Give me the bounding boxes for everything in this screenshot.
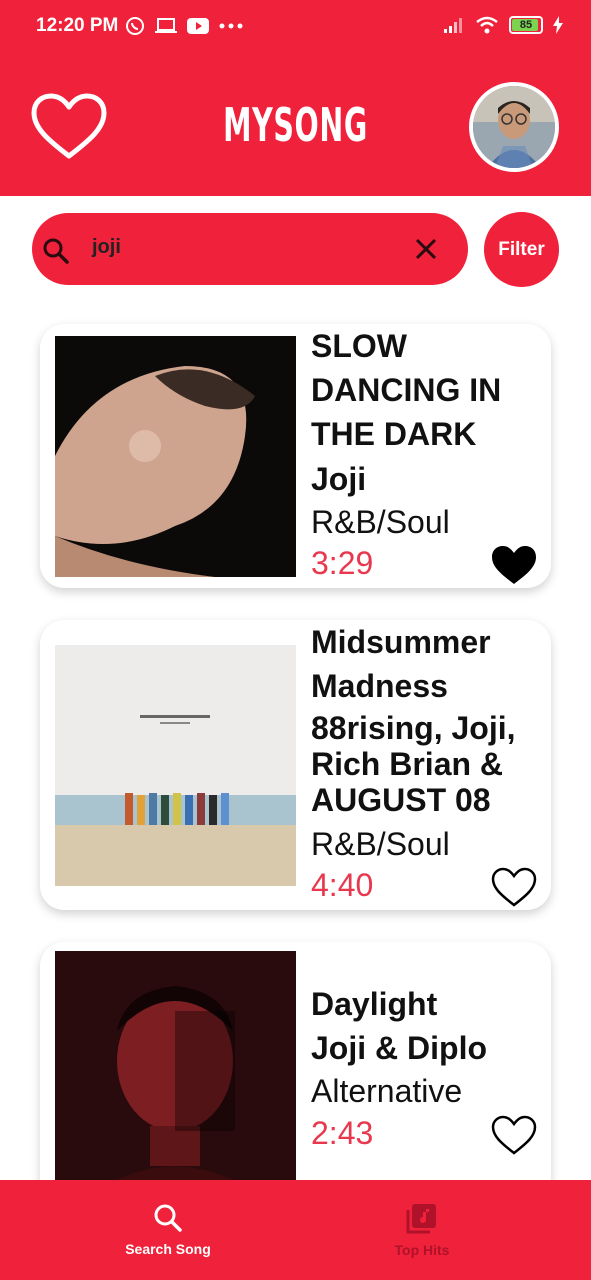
song-duration: 3:29 xyxy=(311,545,374,581)
favorites-heart-icon[interactable] xyxy=(30,92,108,162)
song-duration: 4:40 xyxy=(311,867,374,903)
youtube-icon xyxy=(187,18,209,34)
bottom-navigation: Search Song Top Hits xyxy=(0,1180,591,1280)
battery-level: 85 xyxy=(519,19,533,31)
clear-icon[interactable] xyxy=(414,237,438,261)
music-library-icon xyxy=(406,1204,436,1234)
song-artist: Joji & Diplo xyxy=(311,1030,487,1066)
song-genre: Alternative xyxy=(311,1073,463,1109)
nav-top-hits[interactable]: Top Hits xyxy=(322,1180,522,1280)
heart-outline-icon[interactable] xyxy=(490,1114,538,1156)
status-bar: 12:20 PM 85 xyxy=(0,0,591,56)
whatsapp-icon xyxy=(126,17,144,35)
more-icon xyxy=(219,23,243,29)
app-title: MYSONG xyxy=(223,98,368,152)
laptop-icon xyxy=(155,18,177,33)
battery-icon: 85 xyxy=(509,16,543,34)
charging-icon xyxy=(553,16,563,34)
album-art xyxy=(55,336,296,577)
search-icon xyxy=(43,238,69,264)
status-time: 12:20 PM xyxy=(36,15,119,36)
album-art xyxy=(55,951,296,1192)
nav-search-song[interactable]: Search Song xyxy=(68,1180,268,1280)
song-artist: 88rising, Joji, Rich Brian & AUGUST 08 xyxy=(311,710,516,818)
avatar[interactable] xyxy=(469,82,559,172)
search-input[interactable]: joji xyxy=(92,236,392,264)
song-card[interactable]: Daylight Joji & Diplo Alternative 2:43 xyxy=(40,942,551,1202)
song-title: Midsummer Madness xyxy=(311,624,491,704)
wifi-icon xyxy=(476,16,498,34)
filter-button[interactable]: Filter xyxy=(484,212,559,287)
nav-label: Top Hits xyxy=(394,1242,450,1258)
song-genre: R&B/Soul xyxy=(311,826,450,862)
song-title: SLOW DANCING IN THE DARK xyxy=(311,328,502,452)
song-duration: 2:43 xyxy=(311,1115,374,1151)
song-genre: R&B/Soul xyxy=(311,504,450,540)
song-card[interactable]: SLOW DANCING IN THE DARK Joji R&B/Soul 3… xyxy=(40,324,551,588)
nav-label: Search Song xyxy=(125,1241,211,1257)
album-art xyxy=(55,645,296,886)
song-artist: Joji xyxy=(311,461,367,497)
song-title: Daylight xyxy=(311,986,438,1022)
heart-filled-icon[interactable] xyxy=(490,544,538,586)
search-icon xyxy=(154,1204,182,1232)
song-card[interactable]: Midsummer Madness 88rising, Joji, Rich B… xyxy=(40,620,551,910)
heart-outline-icon[interactable] xyxy=(490,866,538,908)
signal-icon xyxy=(444,18,462,33)
